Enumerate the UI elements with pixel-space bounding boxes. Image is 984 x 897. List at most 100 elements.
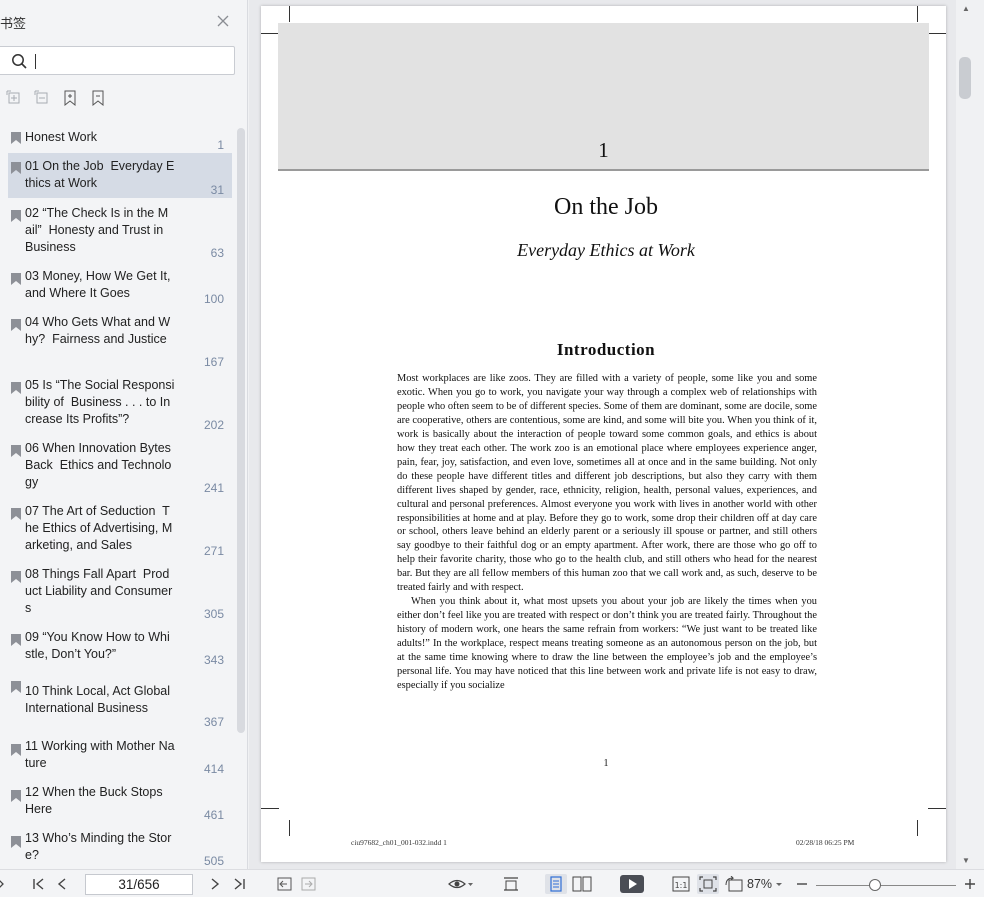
bookmark-label: 13 Who’s Minding the Store?: [25, 831, 172, 862]
bookmark-page-number: 505: [203, 854, 224, 868]
bookmark-label: 10 Think Local, Act Global International…: [25, 684, 177, 715]
fit-width-icon[interactable]: [503, 876, 519, 894]
chapter-title: On the Job: [554, 194, 658, 220]
bookmarks-panel-title: 书签: [0, 16, 27, 31]
bookmark-label: 07 The Art of Seduction The Ethics of Ad…: [25, 504, 173, 552]
status-toolbar: 31/656 1:1 87%: [0, 869, 984, 897]
crop-mark: [917, 820, 918, 836]
bookmark-item[interactable]: 01 On the Job Everyday Ethics at Work 31: [8, 153, 232, 198]
previous-page-icon[interactable]: [57, 876, 67, 894]
bookmark-item[interactable]: 11 Working with Mother Nature 414: [8, 738, 232, 778]
scrollbar-thumb[interactable]: [959, 57, 971, 99]
paragraph: When you think about it, what most upset…: [397, 596, 817, 691]
bookmark-label: 05 Is “The Social Responsibility of Busi…: [25, 378, 175, 426]
bookmark-item[interactable]: 02 “The Check Is in the Mail” Honesty an…: [8, 204, 232, 262]
crop-mark: [261, 808, 279, 809]
section-heading: Introduction: [556, 340, 656, 359]
bookmark-flag-icon: [11, 789, 21, 802]
bookmark-page-number: 1: [217, 138, 224, 152]
bookmarks-panel: 书签 Honest Work 1 01 On the Job Everyday …: [0, 0, 248, 869]
chevron-down-icon[interactable]: [775, 876, 783, 894]
bookmark-label: Honest Work: [25, 130, 98, 144]
bookmark-flag-icon: [11, 272, 21, 285]
page-number-input[interactable]: 31/656: [85, 874, 193, 895]
bookmark-label: 02 “The Check Is in the Mail” Honesty an…: [25, 206, 169, 254]
bookmark-icon[interactable]: [90, 90, 106, 108]
bookmark-flag-icon: [11, 633, 21, 646]
last-page-icon[interactable]: [232, 876, 246, 894]
fit-page-icon[interactable]: [697, 874, 719, 894]
slideshow-play-icon[interactable]: [620, 875, 644, 893]
back-view-icon[interactable]: [277, 876, 293, 894]
document-view: 1 On the Job Everyday Ethics at Work Int…: [249, 0, 956, 869]
bookmark-item[interactable]: 09 “You Know How to Whistle, Don’t You?”…: [8, 628, 232, 668]
bookmark-item[interactable]: 08 Things Fall Apart Product Liability a…: [8, 565, 232, 623]
forward-view-icon[interactable]: [301, 876, 317, 894]
body-text: Most workplaces are like zoos. They are …: [397, 372, 817, 693]
bookmark-search-input[interactable]: [0, 46, 235, 75]
bookmark-label: 08 Things Fall Apart Product Liability a…: [25, 567, 173, 615]
bookmark-item[interactable]: 12 When the Buck Stops Here 461: [8, 784, 232, 824]
print-slug-right: 02/28/18 06:25 PM: [796, 838, 855, 847]
actual-size-icon[interactable]: 1:1: [672, 876, 690, 894]
bookmark-item[interactable]: 07 The Art of Seduction The Ethics of Ad…: [8, 502, 232, 560]
bookmark-page-number: 100: [203, 292, 224, 306]
crop-mark: [928, 808, 946, 809]
single-page-icon[interactable]: [545, 874, 567, 894]
zoom-in-icon[interactable]: [964, 876, 976, 894]
bookmark-page-number: 343: [203, 653, 224, 667]
two-page-icon[interactable]: [572, 876, 592, 894]
scroll-up-icon[interactable]: ▲: [962, 4, 970, 13]
next-page-icon[interactable]: [210, 876, 220, 894]
zoom-out-icon[interactable]: [796, 876, 808, 894]
bookmark-page-number: 271: [203, 544, 224, 558]
bookmark-page-number: 367: [203, 715, 224, 729]
zoom-slider-handle[interactable]: [869, 879, 881, 891]
first-page-icon[interactable]: [32, 876, 46, 894]
bookmark-item[interactable]: Honest Work 1: [8, 126, 232, 152]
bookmark-item[interactable]: 13 Who’s Minding the Store? 505: [8, 830, 232, 869]
paragraph: Most workplaces are like zoos. They are …: [397, 373, 817, 594]
bookmark-flag-icon: [11, 131, 21, 144]
bookmark-label: 12 When the Buck Stops Here: [25, 785, 167, 816]
bookmark-item[interactable]: 06 When Innovation Bytes Back Ethics and…: [8, 439, 232, 497]
bookmark-item[interactable]: 03 Money, How We Get It, and Where It Go…: [8, 267, 232, 307]
eye-protection-icon[interactable]: [448, 876, 474, 894]
bookmark-label: 09 “You Know How to Whistle, Don’t You?”: [25, 630, 170, 661]
pdf-reader-window: 书签 Honest Work 1 01 On the Job Everyday …: [0, 0, 984, 897]
bookmark-page-number: 167: [203, 355, 224, 369]
sidebar-toggle-icon[interactable]: [0, 876, 4, 894]
bookmark-flag-icon: [11, 835, 21, 848]
bookmark-list: Honest Work 1 01 On the Job Everyday Eth…: [0, 126, 236, 869]
page-folio: 1: [603, 758, 609, 769]
close-icon[interactable]: [216, 14, 230, 28]
bookmark-page-number: 31: [210, 183, 224, 197]
bookmark-item[interactable]: 04 Who Gets What and Why? Fairness and J…: [8, 313, 232, 371]
expand-all-icon[interactable]: [6, 90, 22, 108]
collapse-all-icon[interactable]: [34, 90, 50, 108]
text-caret: [35, 54, 36, 69]
sidebar-scrollbar[interactable]: [237, 128, 245, 733]
bookmark-page-number: 202: [203, 418, 224, 432]
print-slug-left: ciu97682_ch01_001-032.indd 1: [351, 838, 447, 847]
rotate-view-icon[interactable]: [724, 875, 744, 894]
bookmark-flag-icon: [11, 743, 21, 756]
svg-text:1:1: 1:1: [675, 881, 688, 890]
bookmark-flag-icon: [11, 381, 21, 394]
scroll-down-icon[interactable]: ▼: [962, 856, 970, 865]
bookmark-label: 06 When Innovation Bytes Back Ethics and…: [25, 441, 175, 489]
chapter-number: 1: [598, 138, 609, 162]
bookmark-item[interactable]: 05 Is “The Social Responsibility of Busi…: [8, 376, 232, 434]
bookmark-item[interactable]: 10 Think Local, Act Global International…: [8, 677, 232, 732]
bookmark-label: 11 Working with Mother Nature: [25, 739, 175, 770]
zoom-slider-track[interactable]: [816, 885, 956, 886]
zoom-percentage[interactable]: 87%: [747, 877, 772, 891]
document-scrollbar[interactable]: ▲ ▼: [956, 0, 984, 869]
crop-mark: [917, 6, 918, 22]
crop-mark: [261, 33, 279, 34]
bookmark-flag-icon: [11, 680, 21, 693]
crop-mark: [928, 33, 946, 34]
bookmark-page-number: 241: [203, 481, 224, 495]
bookmark-page-number: 414: [203, 762, 224, 776]
add-bookmark-icon[interactable]: [62, 90, 78, 108]
